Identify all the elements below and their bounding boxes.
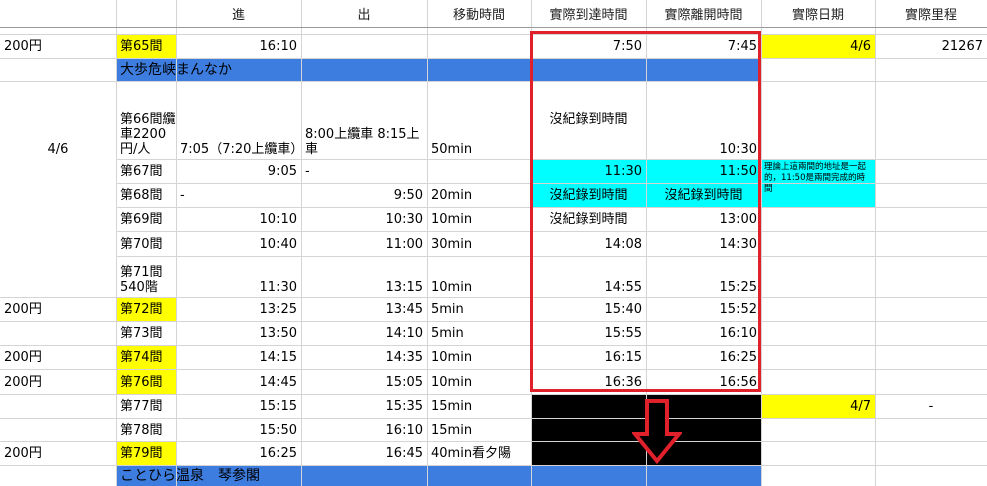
enter-time-cell[interactable]: 10:40 (176, 232, 301, 256)
enter-time-cell[interactable]: 16:25 (176, 442, 301, 465)
column-header-actual-departure[interactable]: 實際離開時間 (646, 0, 761, 27)
temple-cell[interactable]: 第67間 (116, 160, 176, 183)
enter-time-cell[interactable]: - (176, 184, 301, 207)
departure-time-cell[interactable]: 13:00 (646, 208, 761, 231)
travel-time-cell[interactable]: 10min (427, 257, 531, 297)
temple-cell[interactable]: 第74間 (116, 346, 176, 369)
departure-time-cell[interactable]: 15:52 (646, 298, 761, 321)
departure-time-cell[interactable]: 16:10 (646, 322, 761, 345)
exit-time-cell[interactable]: 13:45 (301, 298, 427, 321)
arrival-time-cell[interactable]: 16:15 (531, 346, 646, 369)
temple-cell[interactable]: 第72間 (116, 298, 176, 321)
arrival-time-cell[interactable]: 11:30 (531, 160, 646, 183)
arrival-time-cell[interactable]: 沒紀錄到時間 (531, 184, 646, 207)
arrival-time-cell[interactable]: 14:55 (531, 257, 646, 297)
exit-time-cell[interactable]: 11:00 (301, 232, 427, 256)
enter-time-cell[interactable]: 10:10 (176, 208, 301, 231)
departure-time-cell[interactable]: 7:45 (646, 35, 761, 58)
travel-time-cell[interactable]: 5min (427, 322, 531, 345)
arrival-time-cell[interactable]: 沒紀錄到時間 (531, 208, 646, 231)
exit-time-cell[interactable]: 16:10 (301, 419, 427, 441)
travel-time-cell[interactable]: 10min (427, 346, 531, 369)
enter-time-cell[interactable]: 9:05 (176, 160, 301, 183)
temple-cell[interactable]: 第70間 (116, 232, 176, 256)
arrival-time-cell[interactable]: 15:40 (531, 298, 646, 321)
location-banner: 大歩危峡まんなか (116, 59, 761, 81)
departure-time-cell[interactable]: 14:30 (646, 232, 761, 256)
departure-time-cell[interactable]: 16:25 (646, 346, 761, 369)
enter-time-cell[interactable]: 13:50 (176, 322, 301, 345)
arrival-time-cell[interactable]: 7:50 (531, 35, 646, 58)
exit-time-cell[interactable]: 16:45 (301, 442, 427, 465)
departure-time-cell[interactable]: 11:50 (646, 160, 761, 183)
temple-cell[interactable]: 第71間540階 (116, 257, 176, 297)
enter-time-cell[interactable]: 14:15 (176, 346, 301, 369)
travel-time-cell[interactable]: 50min (427, 82, 531, 159)
temple-cell[interactable]: 第65間 (116, 35, 176, 58)
arrival-time-cell[interactable]: 14:08 (531, 232, 646, 256)
column-header-travel-time[interactable]: 移動時間 (427, 0, 531, 27)
travel-time-cell[interactable]: 40min看夕陽 (427, 442, 531, 465)
temple-cell[interactable]: 第68間 (116, 184, 176, 207)
actual-date-cell[interactable]: 4/6 (761, 35, 875, 58)
travel-time-cell[interactable]: 10min (427, 370, 531, 394)
travel-time-cell[interactable]: 5min (427, 298, 531, 321)
departure-time-cell[interactable]: 10:30 (646, 82, 761, 159)
actual-date-cell[interactable]: 4/7 (761, 395, 875, 418)
travel-time-cell[interactable]: 20min (427, 184, 531, 207)
exit-time-cell[interactable]: 9:50 (301, 184, 427, 207)
temple-cell[interactable]: 第77間 (116, 395, 176, 418)
fee-cell[interactable]: 200円 (0, 35, 116, 58)
note-cell[interactable]: 理論上這兩間的地址是一起的，11:50是兩間完成的時間 (761, 160, 875, 207)
travel-time-cell[interactable]: 15min (427, 395, 531, 418)
column-header-actual-date[interactable]: 實際日期 (761, 0, 875, 27)
temple-cell[interactable]: 第69間 (116, 208, 176, 231)
enter-time-cell[interactable]: 11:30 (176, 257, 301, 297)
column-header-exit[interactable]: 出 (301, 0, 427, 27)
departure-time-cell[interactable]: 16:56 (646, 370, 761, 394)
exit-time-cell[interactable]: - (301, 160, 427, 183)
enter-time-cell[interactable]: 13:25 (176, 298, 301, 321)
travel-time-cell[interactable]: 30min (427, 232, 531, 256)
arrival-time-cell[interactable]: 沒紀錄到時間 (531, 82, 646, 159)
departure-time-cell[interactable]: 沒紀錄到時間 (646, 184, 761, 207)
red-down-arrow-icon (632, 399, 682, 464)
departure-time-cell[interactable]: 15:25 (646, 257, 761, 297)
date-cell[interactable]: 4/6 (0, 82, 116, 159)
temple-cell[interactable]: 第79間 (116, 442, 176, 465)
exit-time-cell[interactable]: 10:30 (301, 208, 427, 231)
fee-cell[interactable]: 200円 (0, 370, 116, 394)
column-header-actual-mileage[interactable]: 實際里程 (875, 0, 987, 27)
exit-time-cell[interactable]: 15:35 (301, 395, 427, 418)
temple-cell[interactable]: 第73間 (116, 322, 176, 345)
temple-cell[interactable]: 第66間纜車2200円/人 (116, 82, 176, 159)
fee-cell[interactable]: 200円 (0, 346, 116, 369)
enter-time-cell[interactable]: 16:10 (176, 35, 301, 58)
fee-cell[interactable]: 200円 (0, 442, 116, 465)
column-header-actual-arrival[interactable]: 實際到達時間 (531, 0, 646, 27)
temple-cell[interactable]: 第76間 (116, 370, 176, 394)
exit-time-cell[interactable]: 13:15 (301, 257, 427, 297)
column-header-enter[interactable]: 進 (176, 0, 301, 27)
exit-time-cell[interactable]: 14:10 (301, 322, 427, 345)
arrival-time-cell[interactable]: 16:36 (531, 370, 646, 394)
enter-time-cell[interactable]: 15:50 (176, 419, 301, 441)
mileage-cell[interactable]: 21267 (875, 35, 987, 58)
enter-time-cell[interactable]: 15:15 (176, 395, 301, 418)
exit-time-cell[interactable]: 15:05 (301, 370, 427, 394)
travel-time-cell[interactable]: 10min (427, 208, 531, 231)
fee-cell[interactable]: 200円 (0, 298, 116, 321)
arrival-time-cell[interactable]: 15:55 (531, 322, 646, 345)
temple-cell[interactable]: 第78間 (116, 419, 176, 441)
enter-time-cell[interactable]: 7:05（7:20上纜車） (176, 82, 303, 159)
location-banner: ことひら温泉 琴参閣 (116, 466, 761, 486)
mileage-cell[interactable]: - (875, 395, 987, 418)
enter-time-cell[interactable]: 14:45 (176, 370, 301, 394)
travel-time-cell[interactable]: 15min (427, 419, 531, 441)
exit-time-cell[interactable]: 8:00上纜車 8:15上車 (301, 82, 427, 159)
exit-time-cell[interactable]: 14:35 (301, 346, 427, 369)
spreadsheet: 進 出 移動時間 實際到達時間 實際離開時間 實際日期 實際里程 大歩危峡まんな… (0, 0, 987, 486)
